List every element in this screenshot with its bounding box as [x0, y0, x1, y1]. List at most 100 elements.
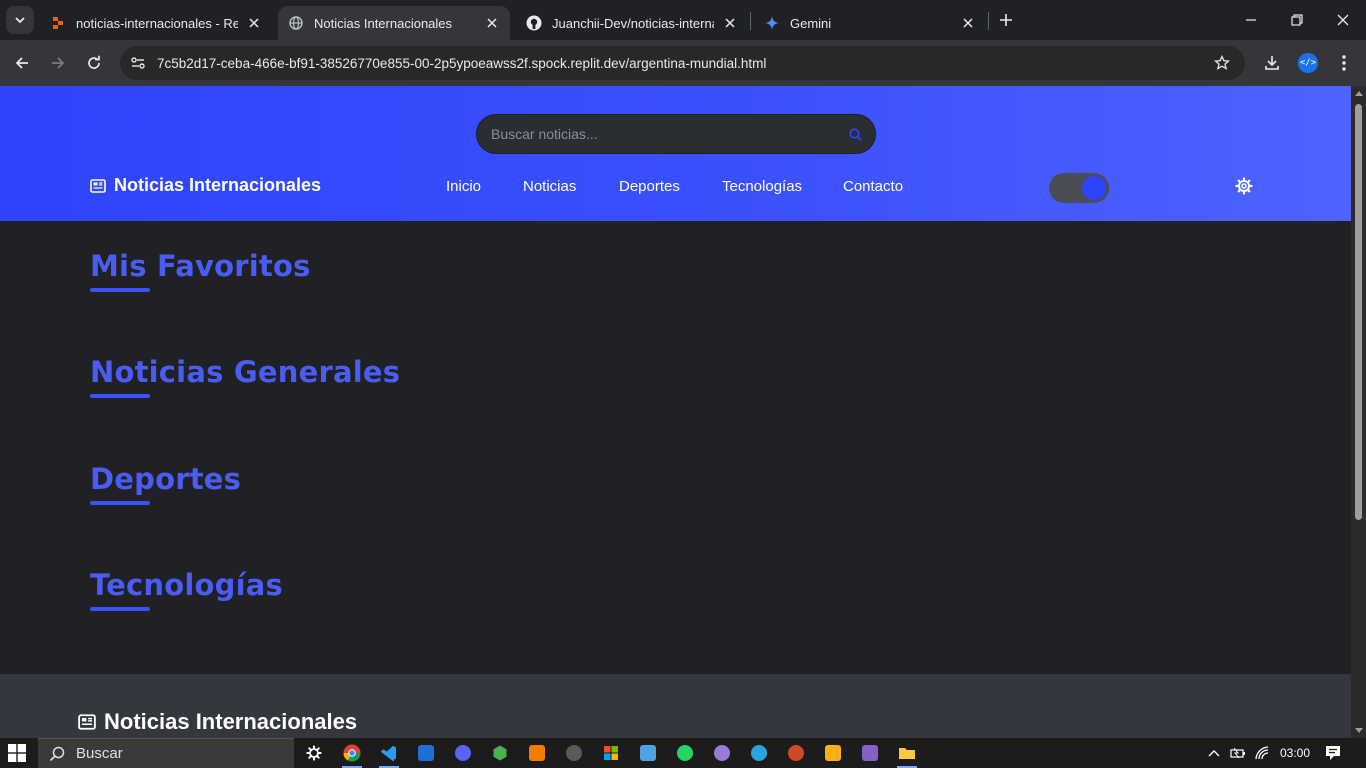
page-viewport: Noticias Internacionales Inicio Noticias… [0, 86, 1351, 738]
search-input[interactable] [477, 115, 837, 153]
section-title: Tecnologías [90, 568, 283, 602]
tray-wifi[interactable] [1253, 743, 1273, 763]
scroll-down-arrow-icon[interactable] [1351, 724, 1366, 738]
more-vertical-icon [1342, 55, 1346, 71]
windows-logo-icon [8, 744, 26, 762]
notification-center-button[interactable] [1323, 743, 1343, 763]
powerpoint-icon [788, 745, 804, 761]
toggle-knob [1082, 176, 1106, 200]
visual-studio-icon [862, 745, 878, 761]
theme-toggle[interactable] [1049, 173, 1109, 203]
new-tab-button[interactable] [994, 8, 1018, 32]
taskbar-file-explorer[interactable] [895, 741, 919, 768]
section-underline [90, 501, 150, 505]
section-tecnologias: Tecnologías [90, 568, 283, 611]
footer-brand-name: Noticias Internacionales [104, 709, 358, 734]
close-window-button[interactable] [1320, 0, 1366, 40]
minimize-button[interactable] [1228, 0, 1274, 40]
taskbar-notepad[interactable] [636, 741, 660, 765]
page-scrollbar[interactable] [1351, 86, 1366, 738]
tab-search-button[interactable] [6, 6, 34, 34]
vscode-icon [381, 746, 396, 761]
tab-separator [750, 12, 751, 30]
tab-github[interactable]: Juanchii-Dev/noticias-internacio [516, 6, 748, 40]
close-icon[interactable] [246, 15, 262, 31]
settings-button[interactable] [1234, 176, 1254, 196]
site-settings-icon[interactable] [126, 51, 150, 75]
footer-logo[interactable]: Noticias Internacionales [78, 709, 357, 735]
app-icon [418, 745, 434, 761]
nav-link-tecnologias[interactable]: Tecnologías [722, 178, 802, 195]
taskbar-powerpoint[interactable] [784, 741, 808, 765]
start-button[interactable] [8, 744, 26, 762]
taskbar-telegram[interactable] [747, 741, 771, 765]
wifi-icon [1255, 746, 1269, 760]
extension-button[interactable]: </> [1294, 49, 1322, 77]
plus-icon [1000, 14, 1012, 26]
taskbar-app-blue[interactable] [414, 741, 438, 765]
restore-icon [1291, 14, 1303, 26]
taskbar-paint[interactable] [710, 741, 734, 765]
back-button[interactable] [8, 49, 36, 77]
github-icon [526, 15, 542, 31]
browser-menu-button[interactable] [1330, 49, 1358, 77]
section-underline [90, 607, 150, 611]
taskbar-search-label: Buscar [76, 745, 123, 762]
tray-overflow-button[interactable] [1204, 743, 1224, 763]
battery-icon [1230, 747, 1245, 759]
scroll-thumb[interactable] [1355, 104, 1362, 520]
code-extension-icon: </> [1298, 53, 1318, 73]
tab-replit[interactable]: noticias-internacionales - Replit [40, 6, 272, 40]
browser-toolbar: 7c5b2d17-ceba-466e-bf91-38526770e855-00-… [0, 40, 1366, 86]
rockstar-icon [825, 745, 841, 761]
taskbar-store[interactable] [599, 741, 623, 765]
restore-button[interactable] [1274, 0, 1320, 40]
tray-battery[interactable] [1228, 743, 1248, 763]
app-icon [566, 745, 582, 761]
taskbar-chrome[interactable] [340, 741, 364, 768]
scroll-up-arrow-icon[interactable] [1351, 86, 1366, 100]
site-header: Noticias Internacionales Inicio Noticias… [0, 86, 1351, 221]
taskbar-search-box[interactable]: Buscar [38, 738, 294, 768]
url-text: 7c5b2d17-ceba-466e-bf91-38526770e855-00-… [157, 55, 767, 71]
taskbar-clock[interactable]: 03:00 [1280, 746, 1310, 760]
close-icon[interactable] [960, 15, 976, 31]
downloads-button[interactable] [1258, 49, 1286, 77]
tab-title: Juanchii-Dev/noticias-internacio [552, 15, 714, 31]
section-title: Deportes [90, 462, 242, 496]
address-bar[interactable]: 7c5b2d17-ceba-466e-bf91-38526770e855-00-… [120, 46, 1245, 80]
tab-gemini[interactable]: Gemini [754, 6, 986, 40]
taskbar-whatsapp[interactable] [673, 741, 697, 765]
news-search-bar [476, 114, 876, 154]
tab-title: Gemini [790, 15, 832, 31]
taskbar-discord[interactable] [451, 741, 475, 765]
taskbar-visual-studio[interactable] [858, 741, 882, 765]
forward-button[interactable] [44, 49, 72, 77]
close-icon[interactable] [484, 15, 500, 31]
taskbar-settings[interactable] [302, 741, 326, 765]
newspaper-icon [78, 714, 96, 730]
site-footer: Noticias Internacionales [0, 674, 1351, 738]
taskbar-app-cat[interactable] [562, 741, 586, 765]
paint-icon [714, 745, 730, 761]
tab-noticias-internacionales[interactable]: Noticias Internacionales [278, 6, 510, 40]
taskbar-rockstar[interactable] [821, 741, 845, 765]
reload-button[interactable] [80, 49, 108, 77]
taskbar-vscode[interactable] [377, 741, 401, 768]
store-icon [604, 746, 618, 760]
taskbar-xampp[interactable] [525, 741, 549, 765]
site-logo[interactable]: Noticias Internacionales [90, 175, 321, 196]
nav-link-deportes[interactable]: Deportes [619, 178, 680, 195]
hexagon-icon [493, 745, 507, 761]
nav-link-contacto[interactable]: Contacto [843, 178, 903, 195]
search-icon [48, 745, 66, 763]
browser-tab-bar: noticias-internacionales - Replit Notici… [0, 0, 1366, 40]
tab-separator [988, 12, 989, 30]
taskbar-nodejs[interactable] [488, 741, 512, 765]
chevron-down-icon [15, 17, 25, 24]
bookmark-star-icon[interactable] [1213, 54, 1231, 72]
nav-link-inicio[interactable]: Inicio [446, 178, 481, 195]
search-button[interactable] [837, 116, 873, 152]
nav-link-noticias[interactable]: Noticias [523, 178, 576, 195]
close-icon[interactable] [722, 15, 738, 31]
